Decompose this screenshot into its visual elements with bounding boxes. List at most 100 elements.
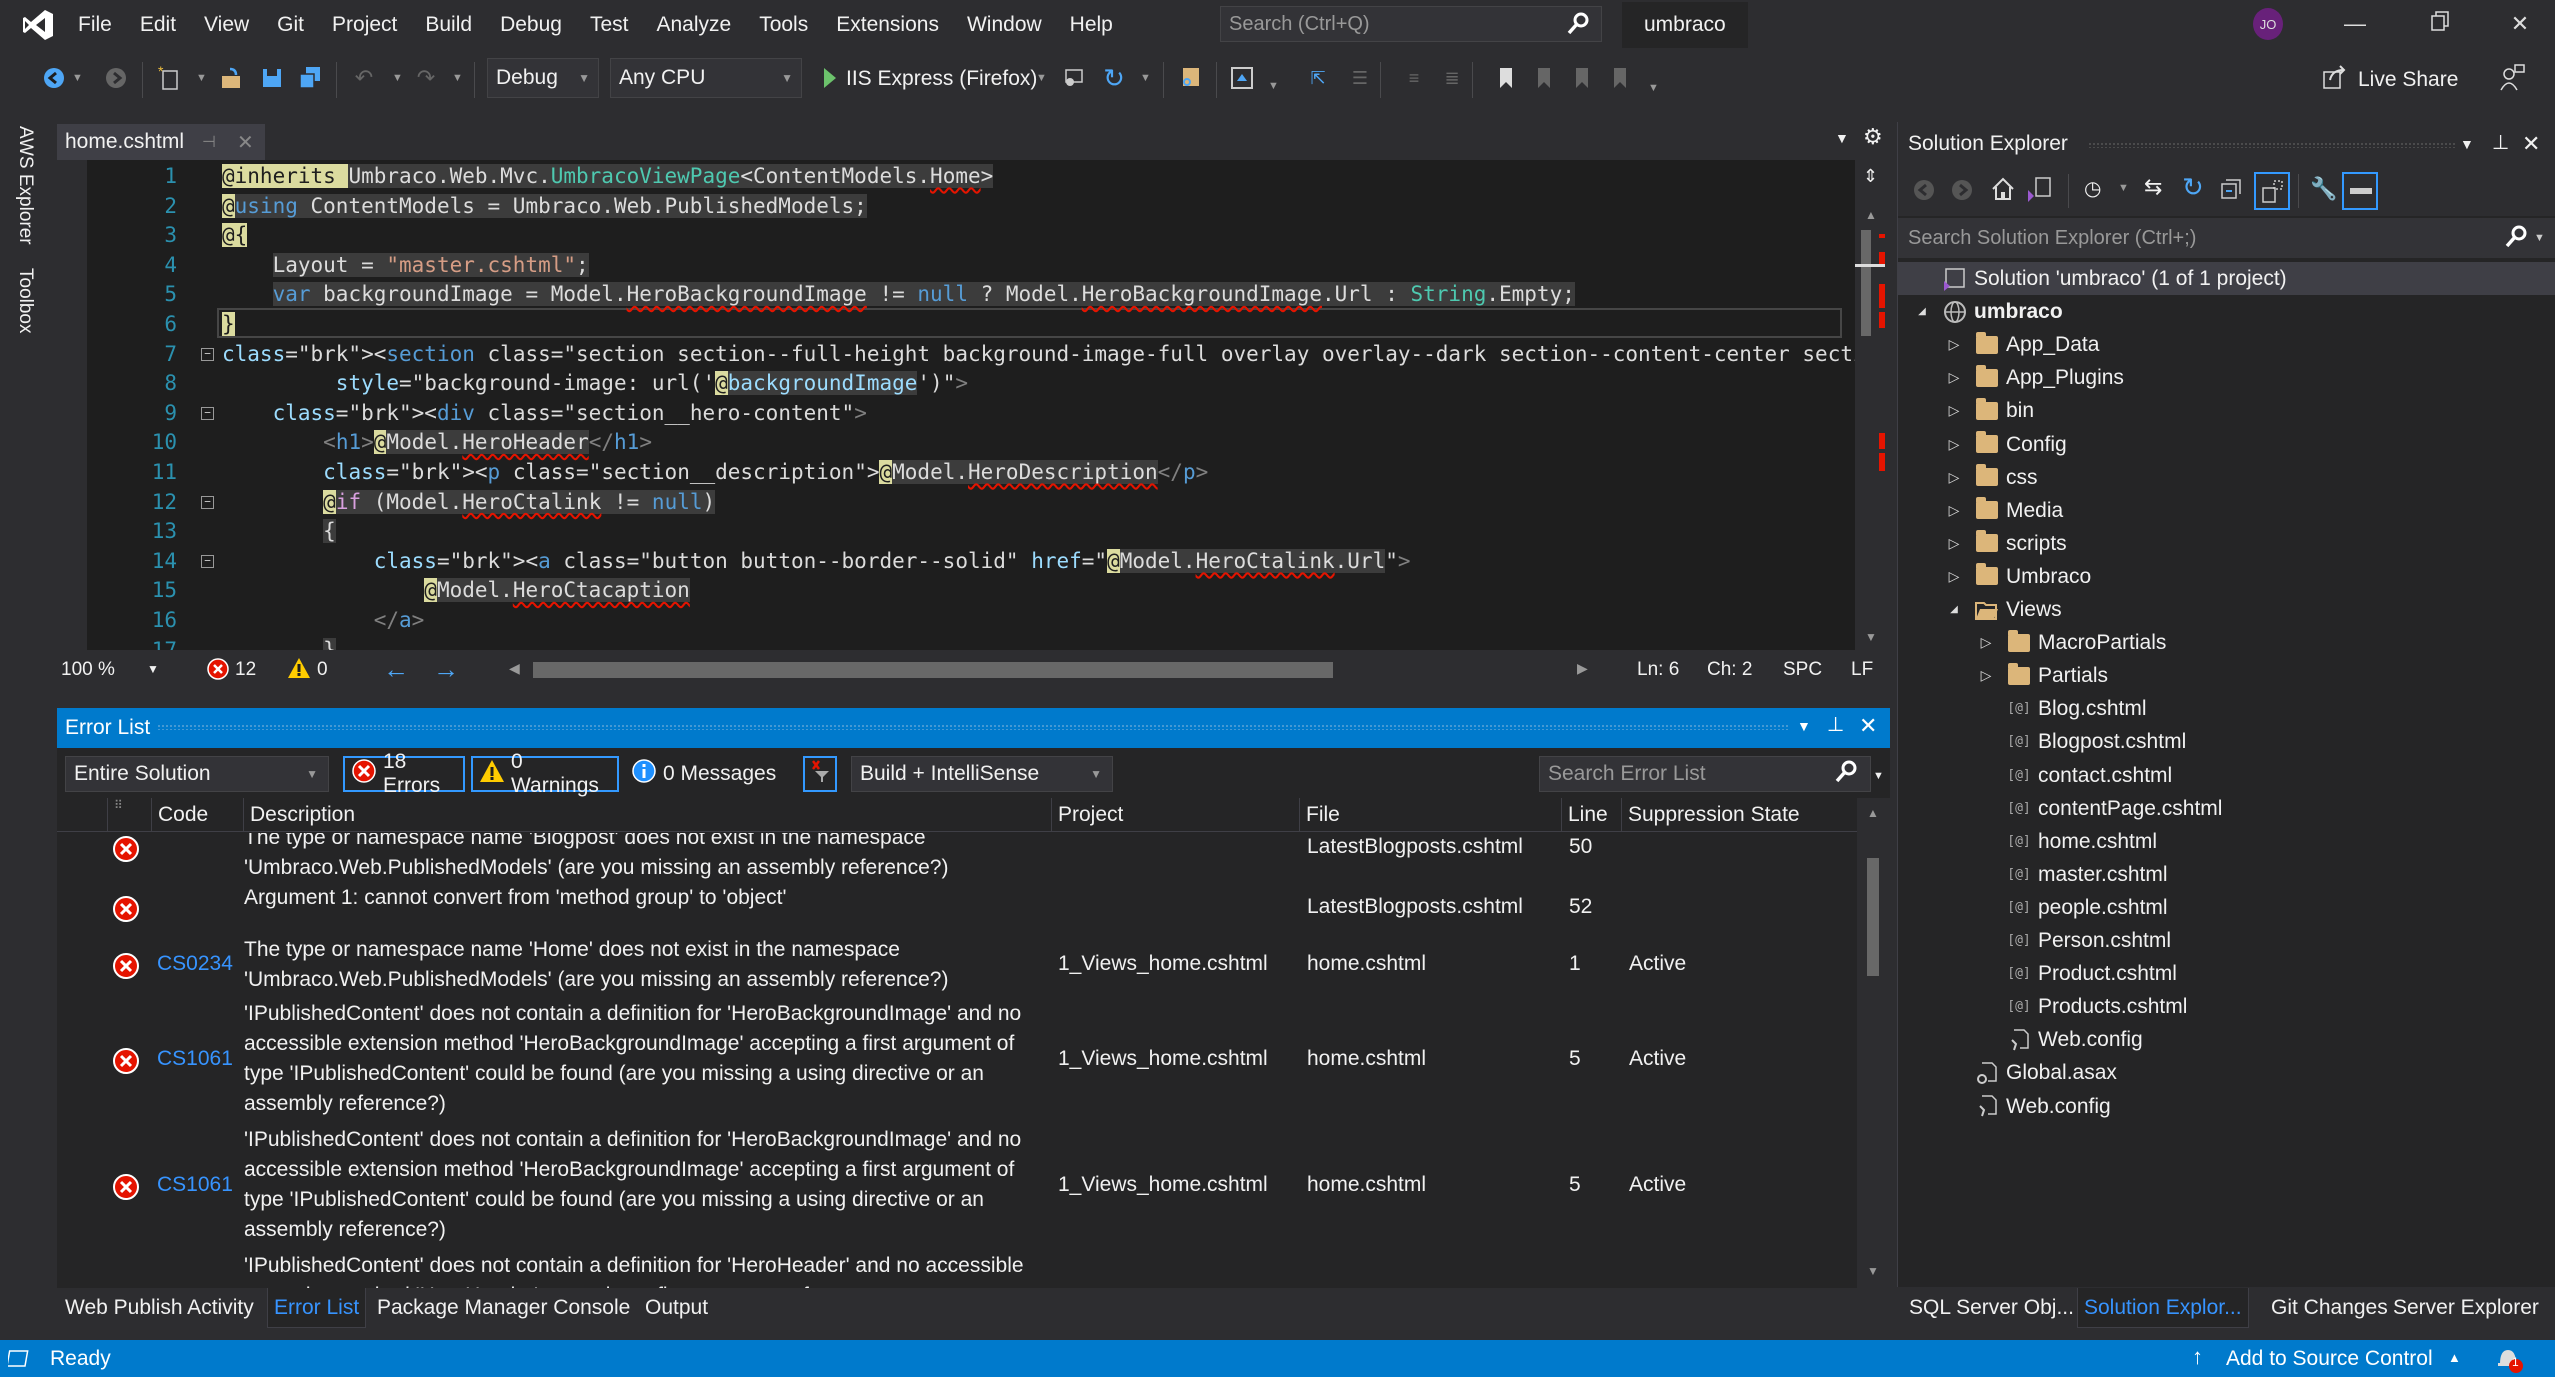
error-count[interactable]: 12 [235,659,256,681]
chevron-down-icon[interactable]: ▼ [72,72,83,84]
collapse-region-icon[interactable]: − [201,406,214,420]
menu-git[interactable]: Git [263,0,318,50]
sync-with-active-document-icon[interactable]: ⇆ [2144,174,2162,200]
column-header-suppression-state[interactable]: Suppression State [1621,798,1847,832]
column-header-description[interactable]: Description [243,798,1051,832]
expand-arrow-icon[interactable]: ▷ [1944,394,1964,427]
previous-issue-icon[interactable]: ← [383,654,409,685]
menu-build[interactable]: Build [411,0,486,50]
file-node[interactable]: [@] people.cshtml [1898,891,2555,924]
build-source-dropdown[interactable]: Build + IntelliSense ▼ [851,756,1113,792]
expand-arrow-icon[interactable]: ▷ [1976,659,1996,692]
scroll-down-icon[interactable]: ▼ [1867,1264,1879,1278]
warning-count-icon[interactable] [287,656,311,686]
close-window-button[interactable]: ✕ [2490,0,2550,48]
search-options-icon[interactable]: ▼ [2534,232,2545,244]
chevron-down-icon[interactable]: ▼ [147,662,159,676]
folder-node[interactable]: ▷ Media [1898,494,2555,527]
code-line[interactable]: 11 class="brk"><p class="section__descri… [57,458,1857,488]
folder-node[interactable]: ▷ Config [1898,428,2555,461]
user-avatar[interactable]: JO [2253,8,2283,40]
column-header-code[interactable]: Code [151,798,243,832]
column-header-project[interactable]: Project [1051,798,1299,832]
scroll-left-icon[interactable]: ◀ [509,660,520,677]
web-page-icon[interactable] [1228,64,1256,92]
file-node[interactable]: [@] Person.cshtml [1898,924,2555,957]
feedback-icon[interactable] [2498,64,2526,92]
scroll-down-icon[interactable]: ▼ [1865,630,1877,644]
restore-button[interactable] [2410,0,2470,48]
editor-vertical-scrollbar[interactable]: ⇕ ▲ ▼ [1855,160,1890,650]
tab-web-publish-activity[interactable]: Web Publish Activity [59,1288,260,1328]
file-node[interactable]: Web.config [1898,1023,2555,1056]
back-icon[interactable] [1912,178,1936,208]
chevron-down-icon[interactable]: ▼ [196,72,207,84]
code-line[interactable]: 16 </a> [57,606,1857,636]
code-line[interactable]: 10 <h1>@Model.HeroHeader</h1> [57,428,1857,458]
line-ending-indicator[interactable]: LF [1851,659,1873,681]
save-icon[interactable] [258,64,286,92]
code-line[interactable]: 6} [57,310,1857,340]
file-node[interactable]: Global.asax [1898,1056,2555,1089]
menu-help[interactable]: Help [1056,0,1127,50]
navigate-forward-icon[interactable] [102,64,130,92]
chevron-down-icon[interactable]: ▼ [392,72,403,84]
folder-node[interactable]: ▷ scripts [1898,527,2555,560]
scroll-right-icon[interactable]: ▶ [1577,660,1588,677]
folder-node[interactable]: ▷ Partials [1898,659,2555,692]
code-line[interactable]: 8 style="background-image: url('@backgro… [57,369,1857,399]
minimize-button[interactable]: — [2325,0,2385,48]
scroll-up-icon[interactable]: ▲ [1867,806,1879,820]
error-code-link[interactable]: CS1061 [157,1173,233,1197]
code-line[interactable]: 3 @{ [57,221,1857,251]
live-share-button[interactable]: Live Share [2322,64,2458,96]
expand-arrow-icon[interactable]: ▷ [1944,560,1964,593]
error-code-link[interactable]: CS1061 [157,1047,233,1071]
folder-node[interactable]: ◢ Views [1898,593,2555,626]
messages-filter-toggle[interactable]: 0 Messages [625,756,785,792]
file-node[interactable]: Web.config [1898,1090,2555,1123]
errors-filter-toggle[interactable]: 18 Errors [343,750,465,797]
window-menu-icon[interactable]: ▼ [1797,718,1811,734]
aws-explorer-tab[interactable]: AWS Explorer [14,118,36,253]
split-editor-icon[interactable]: ⇕ [1863,166,1878,187]
close-panel-icon[interactable]: ✕ [1859,713,1877,739]
switch-views-icon[interactable] [2026,176,2052,208]
column-header-file[interactable]: File [1299,798,1561,832]
chevron-down-icon[interactable]: ▼ [1140,72,1151,84]
error-row[interactable]: Argument 1: cannot convert from 'method … [57,883,1857,935]
chevron-down-icon[interactable]: ▼ [1036,72,1047,84]
solution-node[interactable]: Solution 'umbraco' (1 of 1 project) [1898,262,2555,295]
next-bookmark-icon[interactable] [1568,64,1596,92]
clear-bookmarks-icon[interactable] [1606,64,1634,92]
clear-filter-button[interactable] [803,756,837,792]
menu-project[interactable]: Project [318,0,411,50]
collapse-region-icon[interactable]: − [201,554,214,568]
error-list-search-input[interactable]: Search Error List [1539,756,1871,792]
tab-git-changes[interactable]: Git Changes [2265,1288,2394,1328]
folder-node[interactable]: ▷ App_Plugins [1898,361,2555,394]
file-node[interactable]: [@] Product.cshtml [1898,957,2555,990]
file-node[interactable]: [@] home.cshtml [1898,825,2555,858]
notifications-bell-icon[interactable] [2494,1344,2524,1377]
folder-node[interactable]: ▷ App_Data [1898,328,2555,361]
menu-edit[interactable]: Edit [126,0,190,50]
preview-selected-items-button[interactable] [2342,172,2378,210]
menu-analyze[interactable]: Analyze [642,0,745,50]
show-all-files-button[interactable] [2254,172,2290,210]
scope-dropdown[interactable]: Entire Solution ▼ [65,756,329,792]
folder-node[interactable]: ▷ bin [1898,394,2555,427]
code-line[interactable]: 14 − class="brk"><a class="button button-… [57,547,1857,577]
chevron-up-icon[interactable]: ▲ [2448,1350,2461,1365]
zoom-level-dropdown[interactable]: 100 % [61,659,115,681]
home-icon[interactable] [1990,176,2016,208]
scrollbar-thumb[interactable] [1867,858,1879,976]
open-file-icon[interactable] [218,64,246,92]
menu-extensions[interactable]: Extensions [822,0,953,50]
tab-server-explorer[interactable]: Server Explorer [2387,1288,2545,1328]
bookmark-icon[interactable] [1492,64,1520,92]
error-row[interactable]: CS1061 'IPublishedContent' does not conta… [57,999,1857,1123]
add-to-source-control-button[interactable]: Add to Source Control [2226,1347,2433,1371]
code-line[interactable]: 9 − class="brk"><div class="section__hero… [57,399,1857,429]
error-code-link[interactable]: CS0234 [157,952,233,976]
